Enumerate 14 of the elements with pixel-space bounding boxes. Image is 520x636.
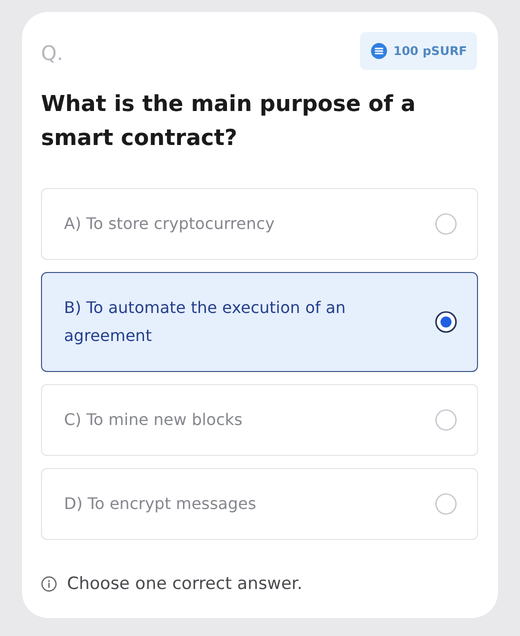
answer-option[interactable]: B) To automate the execution of an agreement	[41, 272, 478, 372]
coin-icon	[371, 43, 388, 59]
radio-icon	[435, 213, 457, 235]
answer-option[interactable]: A) To store cryptocurrency	[41, 188, 478, 260]
radio-icon	[435, 409, 457, 431]
reward-amount: 100 pSURF	[393, 44, 467, 58]
answer-option[interactable]: C) To mine new blocks	[41, 384, 478, 456]
radio-icon	[435, 311, 457, 333]
info-icon	[41, 576, 57, 592]
question-text: What is the main purpose of a smart contract?	[41, 91, 417, 153]
answer-option[interactable]: D) To encrypt messages	[41, 468, 478, 540]
radio-icon	[435, 493, 457, 515]
question-label: Q.	[41, 41, 64, 65]
hint-text: Choose one correct answer.	[67, 574, 302, 594]
